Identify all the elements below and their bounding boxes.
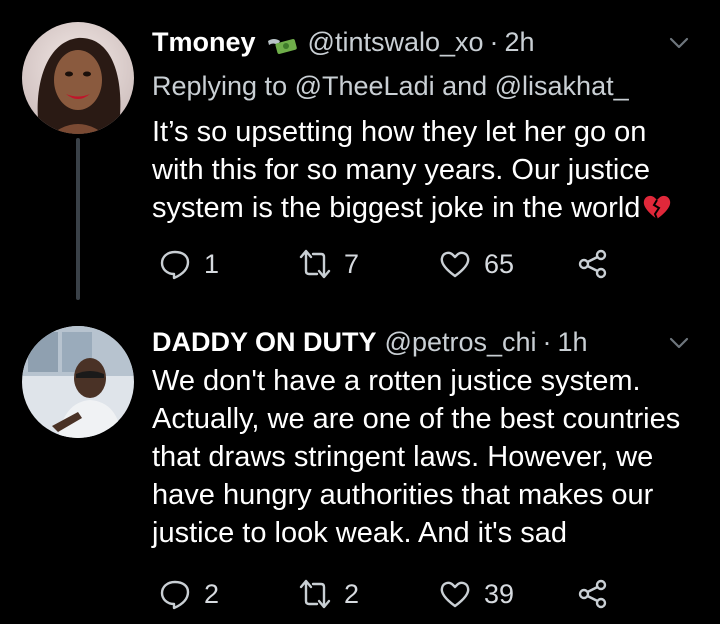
share-icon bbox=[578, 249, 607, 279]
tweet-text: It’s so upsetting how they let her go on… bbox=[152, 113, 704, 227]
share-button[interactable] bbox=[576, 574, 610, 614]
reply-count: 1 bbox=[204, 248, 220, 279]
tweet[interactable]: DADDY ON DUTY @petros_chi · 1h We don't … bbox=[0, 300, 720, 624]
avatar[interactable] bbox=[22, 326, 134, 438]
display-name[interactable]: Tmoney bbox=[152, 24, 256, 60]
handle[interactable]: @petros_chi bbox=[385, 324, 537, 360]
replying-to[interactable]: Replying to @TheeLadi and @lisakhat_ bbox=[152, 68, 629, 104]
reply-button[interactable]: 2 bbox=[158, 574, 219, 614]
tweet-text-content: It’s so upsetting how they let her go on… bbox=[152, 116, 650, 224]
retweet-button[interactable]: 2 bbox=[298, 574, 359, 614]
like-count: 39 bbox=[484, 578, 515, 609]
retweet-count: 7 bbox=[344, 248, 360, 279]
tweet-text: We don't have a rotten justice system. A… bbox=[152, 365, 681, 549]
share-icon bbox=[578, 579, 607, 609]
retweet-count: 2 bbox=[344, 578, 360, 609]
like-icon bbox=[440, 581, 470, 608]
tweet-header: Tmoney @tintswalo_xo · 2h bbox=[152, 24, 535, 60]
avatar[interactable] bbox=[22, 22, 134, 134]
reply-icon bbox=[160, 580, 190, 610]
share-button[interactable] bbox=[576, 244, 610, 284]
like-button[interactable]: 39 bbox=[438, 574, 514, 614]
like-button[interactable]: 65 bbox=[438, 244, 514, 284]
like-icon bbox=[440, 251, 470, 278]
timestamp[interactable]: 2h bbox=[505, 24, 535, 60]
chevron-down-icon[interactable] bbox=[666, 30, 692, 56]
reply-button[interactable]: 1 bbox=[158, 244, 219, 284]
tweet[interactable]: Tmoney @tintswalo_xo · 2h Replying to @T… bbox=[0, 0, 720, 300]
reply-icon bbox=[160, 250, 190, 280]
chevron-down-icon[interactable] bbox=[666, 330, 692, 356]
tweet-header: DADDY ON DUTY @petros_chi · 1h bbox=[152, 324, 588, 360]
retweet-button[interactable]: 7 bbox=[298, 244, 359, 284]
display-name[interactable]: DADDY ON DUTY bbox=[152, 324, 377, 360]
like-count: 65 bbox=[484, 248, 515, 279]
handle[interactable]: @tintswalo_xo bbox=[308, 24, 484, 60]
tweet-actions: 1 7 65 bbox=[152, 244, 712, 284]
thread-line bbox=[76, 138, 80, 300]
tweet-actions: 2 2 39 bbox=[152, 574, 712, 614]
timestamp[interactable]: 1h bbox=[558, 324, 588, 360]
retweet-icon bbox=[299, 249, 331, 279]
money-with-wings-emoji bbox=[264, 30, 300, 54]
separator-dot: · bbox=[489, 27, 499, 57]
broken-heart-emoji bbox=[642, 192, 672, 222]
separator-dot: · bbox=[542, 327, 552, 357]
retweet-icon bbox=[299, 579, 331, 609]
reply-count: 2 bbox=[204, 578, 220, 609]
